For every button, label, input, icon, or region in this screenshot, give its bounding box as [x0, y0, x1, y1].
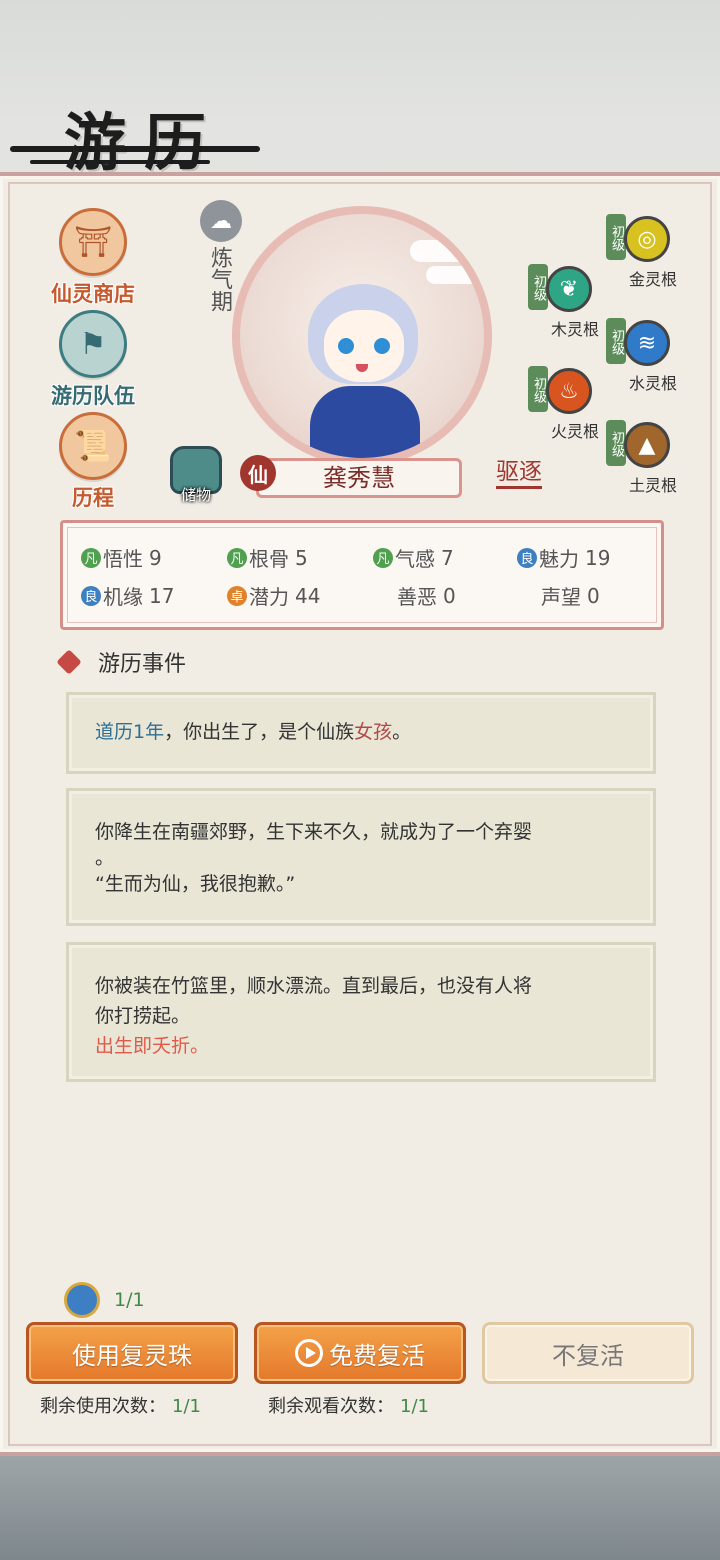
stat-fortune: 良 机缘 17 — [81, 581, 174, 610]
attributes-panel: 凡 悟性 9 凡 根骨 5 凡 气感 7 良 魅力 19 良 机缘 17 卓 潜力 44 善… — [60, 520, 664, 630]
character-portrait — [232, 206, 492, 466]
page-title: 游历 — [64, 106, 225, 179]
metal-root-icon: ◎ — [624, 216, 670, 262]
revive-pearl-count: 1/1 — [64, 1282, 145, 1318]
stat-qi-sense: 凡 气感 7 — [373, 543, 454, 572]
race-badge: 仙 — [240, 455, 276, 491]
stat-potential: 卓 潜力 44 — [227, 581, 320, 610]
diamond-icon — [56, 649, 82, 675]
stat-bone: 凡 根骨 5 — [227, 543, 308, 572]
history-button[interactable]: 📜 历程 — [38, 412, 148, 512]
stat-reputation: 声望 0 — [541, 583, 600, 610]
no-revive-button[interactable]: 不复活 — [482, 1322, 694, 1384]
fire-root-icon: ♨ — [546, 368, 592, 414]
team-button[interactable]: ⚑ 游历队伍 — [38, 310, 148, 410]
remaining-uses: 剩余使用次数： 1/1 — [40, 1396, 201, 1417]
pearl-icon — [64, 1282, 100, 1318]
realm-label: 炼气期 — [207, 246, 232, 312]
leaf-root-icon: ❦ — [546, 266, 592, 312]
event-card: 道历1年，你出生了，是个仙族女孩。 — [66, 692, 656, 774]
scroll-icon: 📜 — [59, 412, 127, 480]
expel-button[interactable]: 驱逐 — [496, 458, 542, 489]
storage-button[interactable]: 储物 — [168, 446, 224, 505]
stat-comprehension: 凡 悟性 9 — [81, 543, 162, 572]
earth-root-icon: ▲ — [624, 422, 670, 468]
stat-charm: 良 魅力 19 — [517, 543, 610, 572]
shop-button[interactable]: ⛩ 仙灵商店 — [38, 208, 148, 308]
flag-icon: ⚑ — [59, 310, 127, 378]
free-revive-button[interactable]: 免费复活 — [254, 1322, 466, 1384]
remaining-views: 剩余观看次数： 1/1 — [268, 1396, 429, 1417]
use-pearl-button[interactable]: 使用复灵珠 — [26, 1322, 238, 1384]
event-card: 你被装在竹篮里，顺水漂流。直到最后，也没有人将 你打捞起。 出生即夭折。 — [66, 942, 656, 1082]
events-heading: 游历事件 — [56, 646, 186, 678]
character-name: 龚秀慧 — [256, 458, 462, 498]
cloud-icon: ☁ — [200, 200, 242, 242]
page-header: 游历 — [0, 60, 720, 180]
stat-karma: 善恶 0 — [397, 583, 456, 610]
shop-icon: ⛩ — [59, 208, 127, 276]
play-icon — [295, 1339, 323, 1367]
water-root-icon: ≋ — [624, 320, 670, 366]
event-card: 你降生在南疆郊野，生下来不久，就成为了一个弃婴 。 “生而为仙，我很抱歉。” — [66, 788, 656, 926]
